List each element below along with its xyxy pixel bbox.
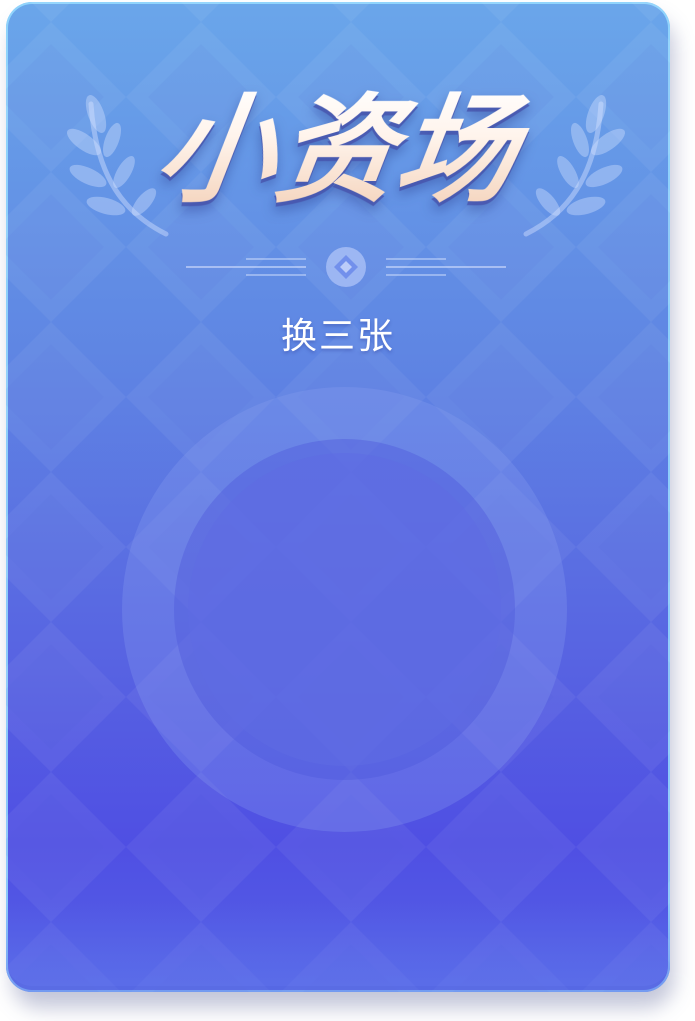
ring-emblem-inner (174, 439, 515, 780)
diamond-icon (326, 247, 366, 287)
title-divider (186, 247, 506, 287)
mode-title: 小资场 (6, 80, 670, 220)
ring-emblem-icon (122, 387, 567, 832)
room-mode-card[interactable]: 小资场 换三张 (6, 2, 670, 992)
mode-subtitle: 换三张 (280, 316, 395, 357)
card-bottom-shade (6, 902, 670, 992)
game-mode-screen: 小资场 换三张 (0, 0, 695, 1021)
ring-emblem-core (188, 453, 501, 766)
